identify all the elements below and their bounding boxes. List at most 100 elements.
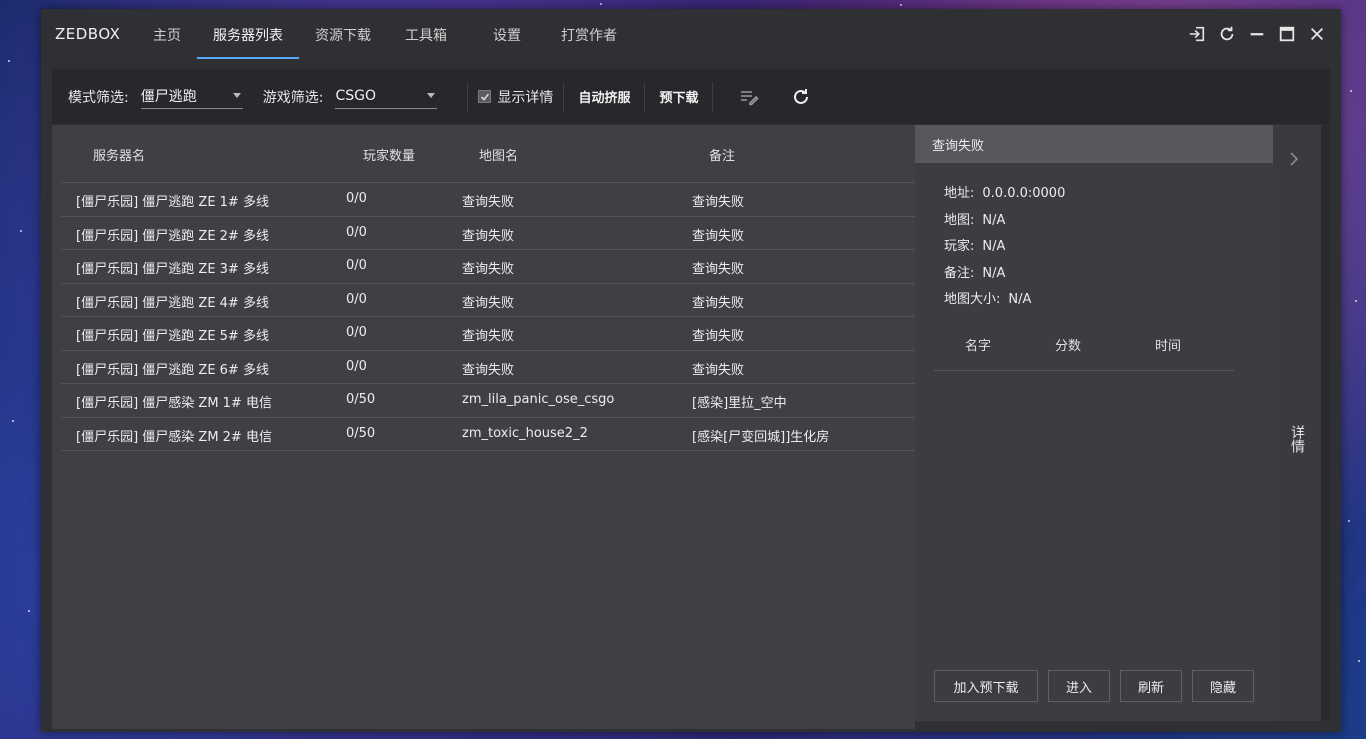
cell-name: [僵尸乐园] 僵尸逃跑 ZE 1# 多线 [76, 195, 269, 210]
tab-toolbox[interactable]: 工具箱 [387, 9, 469, 61]
cell-players: 0/50 [346, 425, 376, 441]
cell-players: 0/50 [346, 392, 376, 407]
checkbox-icon [478, 90, 492, 103]
divider [712, 81, 714, 112]
table-row[interactable]: [僵尸乐园] 僵尸逃跑 ZE 5# 多线 0/0 查询失败 查询失败 [61, 316, 915, 350]
table-row[interactable]: [僵尸乐园] 僵尸逃跑 ZE 4# 多线 0/0 查询失败 查询失败 [61, 282, 915, 317]
maximize-icon[interactable] [1277, 23, 1297, 45]
table-row[interactable]: [僵尸乐园] 僵尸感染 ZM 1# 电信 0/50 zm_lila_panic_os… [61, 383, 915, 417]
detail-note: 备注: N/A [944, 266, 1006, 281]
detail-side-strip: 详情 [1273, 125, 1321, 721]
divider [934, 370, 1234, 371]
reload-icon[interactable] [789, 85, 813, 109]
cell-map: 查询失败 [462, 262, 515, 277]
cell-name: [僵尸乐园] 僵尸逃跑 ZE 4# 多线 [76, 295, 269, 311]
player-col-time: 时间 [1155, 339, 1182, 354]
cell-map: 查询失败 [462, 228, 515, 244]
chevron-down-icon [232, 92, 241, 98]
window-controls [1187, 23, 1327, 45]
details-toggle[interactable]: 详情 [1287, 425, 1307, 453]
refresh-icon[interactable] [1217, 23, 1237, 45]
tab-home[interactable]: 主页 [137, 9, 197, 61]
server-table: 服务器名 玩家数量 地图名 备注 [僵尸乐园] 僵尸逃跑 ZE 1# 多线 0/0… [52, 125, 915, 729]
table-row[interactable]: [僵尸乐园] 僵尸逃跑 ZE 1# 多线 0/0 查询失败 查询失败 [61, 182, 915, 216]
detail-players: 玩家: N/A [944, 239, 1006, 254]
game-filter-label: 游戏筛选: [262, 89, 324, 106]
app-window: ZEDBOX 主页 服务器列表 资源下载 工具箱 设置 打赏作者 模式筛选: 僵… [41, 9, 1341, 732]
predownload-button[interactable]: 预下载 [655, 87, 702, 106]
minimize-icon[interactable] [1247, 23, 1267, 45]
col-map[interactable]: 地图名 [479, 145, 518, 164]
mode-filter-select[interactable]: 僵尸逃跑 [140, 85, 243, 109]
cell-players: 0/0 [346, 358, 367, 374]
cell-note: 查询失败 [692, 362, 745, 378]
mode-filter-label: 模式筛选: [68, 89, 129, 106]
cell-note: 查询失败 [692, 262, 745, 277]
chevron-right-icon[interactable] [1289, 151, 1299, 170]
player-col-score: 分数 [1055, 339, 1082, 354]
player-col-name: 名字 [965, 339, 992, 354]
app-title: ZEDBOX [55, 25, 121, 43]
table-row[interactable]: [僵尸乐园] 僵尸逃跑 ZE 2# 多线 0/0 查询失败 查询失败 [61, 215, 915, 250]
join-button[interactable]: 进入 [1048, 670, 1110, 702]
toolbar: 模式筛选: 僵尸逃跑 游戏筛选: CSGO 显示详情 自动挤服 预下载 [52, 69, 1330, 124]
show-details-label: 显示详情 [497, 89, 554, 106]
cell-players: 0/0 [346, 191, 367, 206]
edit-list-icon[interactable] [737, 85, 761, 109]
login-icon[interactable] [1187, 23, 1207, 45]
cell-note: 查询失败 [692, 195, 745, 210]
cell-players: 0/0 [346, 325, 367, 340]
cell-map: 查询失败 [462, 295, 515, 311]
table-row[interactable]: [僵尸乐园] 僵尸逃跑 ZE 3# 多线 0/0 查询失败 查询失败 [61, 249, 915, 283]
cell-players: 0/0 [346, 224, 367, 240]
divider [61, 450, 915, 451]
cell-name: [僵尸乐园] 僵尸感染 ZM 1# 电信 [76, 396, 272, 411]
cell-note: 查询失败 [692, 228, 745, 244]
game-filter-select[interactable]: CSGO [335, 85, 438, 109]
cell-note: 查询失败 [692, 329, 745, 344]
cell-note: 查询失败 [692, 295, 745, 311]
scrollbar[interactable] [1321, 125, 1330, 721]
title-bar: ZEDBOX 主页 服务器列表 资源下载 工具箱 设置 打赏作者 [41, 9, 1341, 61]
col-server-name[interactable]: 服务器名 [93, 145, 145, 164]
table-row[interactable]: [僵尸乐园] 僵尸逃跑 ZE 6# 多线 0/0 查询失败 查询失败 [61, 349, 915, 384]
cell-map: 查询失败 [462, 329, 515, 344]
chevron-down-icon [427, 92, 436, 98]
cell-players: 0/0 [346, 291, 367, 307]
hide-button[interactable]: 隐藏 [1192, 670, 1254, 702]
cell-name: [僵尸乐园] 僵尸逃跑 ZE 2# 多线 [76, 228, 269, 244]
tab-donate[interactable]: 打赏作者 [545, 9, 633, 61]
cell-map: zm_lila_panic_ose_csgo [462, 392, 615, 407]
nav-tabs: 主页 服务器列表 资源下载 工具箱 设置 打赏作者 [137, 9, 633, 61]
show-details-checkbox[interactable]: 显示详情 [478, 87, 553, 107]
cell-name: [僵尸乐园] 僵尸逃跑 ZE 5# 多线 [76, 329, 269, 344]
cell-note: [感染[尸变回城]]生化房 [692, 429, 830, 445]
cell-map: 查询失败 [462, 362, 515, 378]
cell-map: zm_toxic_house2_2 [462, 425, 588, 441]
mode-filter-value: 僵尸逃跑 [140, 89, 197, 105]
table-header: 服务器名 玩家数量 地图名 备注 [52, 125, 915, 182]
col-note[interactable]: 备注 [709, 145, 735, 164]
detail-title: 查询失败 [915, 125, 1273, 163]
refresh-button[interactable]: 刷新 [1120, 670, 1182, 702]
close-icon[interactable] [1307, 23, 1327, 45]
divider [467, 81, 469, 112]
col-players[interactable]: 玩家数量 [363, 145, 415, 164]
detail-map-size: 地图大小: N/A [944, 292, 1032, 307]
tab-settings[interactable]: 设置 [469, 9, 545, 61]
cell-name: [僵尸乐园] 僵尸感染 ZM 2# 电信 [76, 429, 272, 445]
add-predownload-button[interactable]: 加入预下载 [934, 670, 1038, 702]
table-row[interactable]: [僵尸乐园] 僵尸感染 ZM 2# 电信 0/50 zm_toxic_house2_… [61, 416, 915, 451]
tab-server-list[interactable]: 服务器列表 [197, 9, 299, 61]
game-filter-value: CSGO [335, 88, 376, 104]
divider [563, 81, 565, 112]
detail-panel: 查询失败 地址: 0.0.0.0:0000 地图: N/A 玩家: N/A 备注: N/… [915, 125, 1273, 721]
cell-note: [感染]里拉_空中 [692, 396, 787, 411]
auto-join-button[interactable]: 自动挤服 [574, 87, 634, 106]
divider [644, 81, 646, 112]
tab-resource-download[interactable]: 资源下载 [299, 9, 387, 61]
cell-name: [僵尸乐园] 僵尸逃跑 ZE 6# 多线 [76, 362, 269, 378]
detail-address: 地址: 0.0.0.0:0000 [944, 186, 1066, 201]
cell-map: 查询失败 [462, 195, 515, 210]
detail-map: 地图: N/A [944, 213, 1006, 228]
